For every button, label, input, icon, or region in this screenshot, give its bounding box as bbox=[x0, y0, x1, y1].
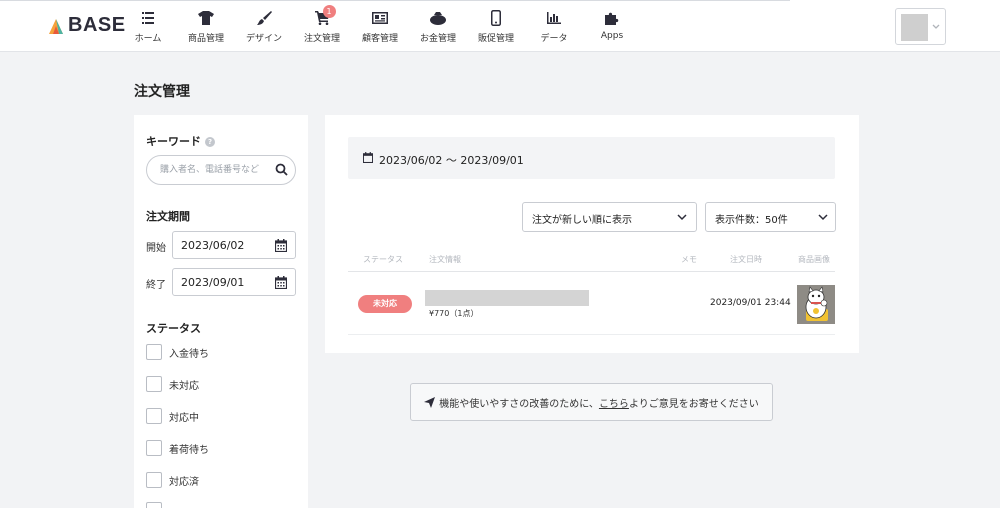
chevron-down-icon bbox=[932, 24, 940, 29]
puzzle-icon bbox=[605, 9, 619, 27]
checkbox-label: 対応中 bbox=[169, 412, 199, 424]
nav-label: 注文管理 bbox=[303, 34, 340, 44]
wallet-icon bbox=[430, 9, 446, 27]
top-header: BASE ホーム 商品管理 デザイン 1 注文管理 顧客管理 お金管理 販促管理… bbox=[0, 0, 1000, 52]
bar-chart-icon bbox=[547, 9, 561, 27]
calendar-icon[interactable] bbox=[275, 239, 287, 252]
redacted-customer-info bbox=[425, 290, 589, 306]
status-filter-more[interactable] bbox=[146, 502, 162, 508]
date-range-text: 2023/06/02 〜 2023/09/01 bbox=[379, 154, 524, 167]
status-filter-unhandled[interactable]: 未対応 bbox=[146, 376, 199, 392]
checkbox-label: 着荷待ち bbox=[169, 444, 209, 456]
page-size-select[interactable]: 表示件数：50件 bbox=[705, 202, 836, 232]
feedback-banner: 機能や使いやすさの改善のために、こちらよりご意見をお寄せください bbox=[410, 383, 773, 421]
status-filter-completed[interactable]: 対応済 bbox=[146, 472, 199, 488]
header-divider bbox=[348, 271, 835, 272]
calendar-icon[interactable] bbox=[275, 276, 287, 289]
column-header-status: ステータス bbox=[363, 255, 403, 264]
id-card-icon bbox=[372, 9, 388, 27]
product-thumbnail[interactable] bbox=[797, 285, 835, 324]
order-list-card: 2023/06/02 〜 2023/09/01 注文が新しい順に表示 表示件数：… bbox=[325, 115, 859, 353]
nav-money[interactable]: お金管理 bbox=[408, 0, 468, 52]
page-size-value: 表示件数：50件 bbox=[715, 215, 788, 226]
checkbox[interactable] bbox=[146, 344, 162, 360]
end-date-value: 2023/09/01 bbox=[181, 276, 245, 289]
nav-label: Apps bbox=[600, 31, 624, 41]
checkbox[interactable] bbox=[146, 408, 162, 424]
tshirt-icon bbox=[198, 9, 214, 27]
chevron-down-icon bbox=[677, 214, 687, 221]
account-menu-button[interactable] bbox=[895, 8, 946, 45]
nav-label: 販促管理 bbox=[477, 34, 514, 44]
nav-design[interactable]: デザイン bbox=[234, 0, 294, 52]
status-filter-in-progress[interactable]: 対応中 bbox=[146, 408, 199, 424]
feedback-link[interactable]: こちら bbox=[599, 399, 629, 410]
chevron-down-icon bbox=[818, 214, 828, 221]
sort-order-select[interactable]: 注文が新しい順に表示 bbox=[522, 202, 697, 232]
column-header-order-date: 注文日時 bbox=[730, 255, 762, 264]
feedback-suffix: よりご意見をお寄せください bbox=[628, 398, 759, 410]
keyword-search bbox=[146, 155, 296, 185]
help-icon[interactable]: ? bbox=[205, 137, 215, 147]
filter-sidebar: キーワード? 注文期間 開始 2023/06/02 終了 2023/09/01 … bbox=[134, 115, 308, 508]
nav-orders[interactable]: 1 注文管理 bbox=[292, 0, 352, 52]
checkbox[interactable] bbox=[146, 440, 162, 456]
nav-label: お金管理 bbox=[419, 34, 456, 44]
feedback-text: 機能や使いやすさの改善のために、こちらよりご意見をお寄せください bbox=[439, 395, 759, 410]
tent-logo-icon bbox=[49, 18, 63, 34]
cart-icon: 1 bbox=[314, 5, 336, 27]
paper-plane-icon bbox=[424, 396, 436, 408]
order-datetime: 2023/09/01 23:44 bbox=[710, 298, 791, 308]
start-date-label: 開始 bbox=[146, 243, 166, 254]
end-date-label: 終了 bbox=[146, 280, 166, 291]
nav-label: ホーム bbox=[134, 34, 162, 44]
status-heading: ステータス bbox=[146, 322, 201, 335]
row-divider bbox=[348, 334, 835, 335]
checkbox[interactable] bbox=[146, 376, 162, 392]
search-input[interactable] bbox=[147, 156, 269, 184]
status-badge: 未対応 bbox=[358, 295, 412, 313]
checkbox[interactable] bbox=[146, 472, 162, 488]
logo-text: BASE bbox=[68, 14, 126, 36]
column-header-memo: メモ bbox=[681, 255, 697, 264]
nav-promotion[interactable]: 販促管理 bbox=[466, 0, 526, 52]
nav-label: デザイン bbox=[245, 34, 282, 44]
checkbox-label: 未対応 bbox=[169, 380, 199, 392]
product-image bbox=[797, 285, 835, 324]
column-header-product-image: 商品画像 bbox=[798, 255, 830, 264]
start-date-field[interactable]: 2023/06/02 bbox=[172, 231, 296, 259]
nav-products[interactable]: 商品管理 bbox=[176, 0, 236, 52]
smartphone-icon bbox=[491, 9, 501, 27]
base-logo[interactable]: BASE bbox=[48, 14, 126, 37]
start-date-value: 2023/06/02 bbox=[181, 239, 245, 252]
keyword-heading-text: キーワード bbox=[146, 135, 201, 148]
end-date-field[interactable]: 2023/09/01 bbox=[172, 268, 296, 296]
nav-label: 商品管理 bbox=[187, 34, 224, 44]
status-filter-awaiting-payment[interactable]: 入金待ち bbox=[146, 344, 209, 360]
order-count-badge: 1 bbox=[322, 5, 336, 18]
paintbrush-icon bbox=[256, 9, 272, 27]
page-title: 注文管理 bbox=[134, 84, 190, 100]
nav-apps[interactable]: Apps bbox=[582, 0, 642, 52]
keyword-heading: キーワード? bbox=[146, 133, 215, 149]
nav-home[interactable]: ホーム bbox=[118, 0, 178, 52]
period-heading: 注文期間 bbox=[146, 210, 190, 223]
nav-label: データ bbox=[540, 34, 568, 44]
feedback-prefix: 機能や使いやすさの改善のために、 bbox=[439, 398, 599, 410]
date-range-bar: 2023/06/02 〜 2023/09/01 bbox=[348, 137, 835, 179]
order-price: ¥770（1点） bbox=[429, 309, 479, 318]
search-icon[interactable] bbox=[275, 163, 288, 176]
checkbox[interactable] bbox=[146, 502, 162, 508]
nav-customers[interactable]: 顧客管理 bbox=[350, 0, 410, 52]
list-icon bbox=[142, 9, 154, 27]
avatar bbox=[901, 14, 928, 41]
calendar-icon bbox=[363, 152, 373, 163]
nav-label: 顧客管理 bbox=[361, 34, 398, 44]
column-header-order-info: 注文情報 bbox=[429, 255, 461, 264]
status-filter-awaiting-arrival[interactable]: 着荷待ち bbox=[146, 440, 209, 456]
checkbox-label: 対応済 bbox=[169, 476, 199, 488]
sort-order-value: 注文が新しい順に表示 bbox=[532, 215, 632, 226]
checkbox-label: 入金待ち bbox=[169, 348, 209, 360]
nav-data[interactable]: データ bbox=[524, 0, 584, 52]
